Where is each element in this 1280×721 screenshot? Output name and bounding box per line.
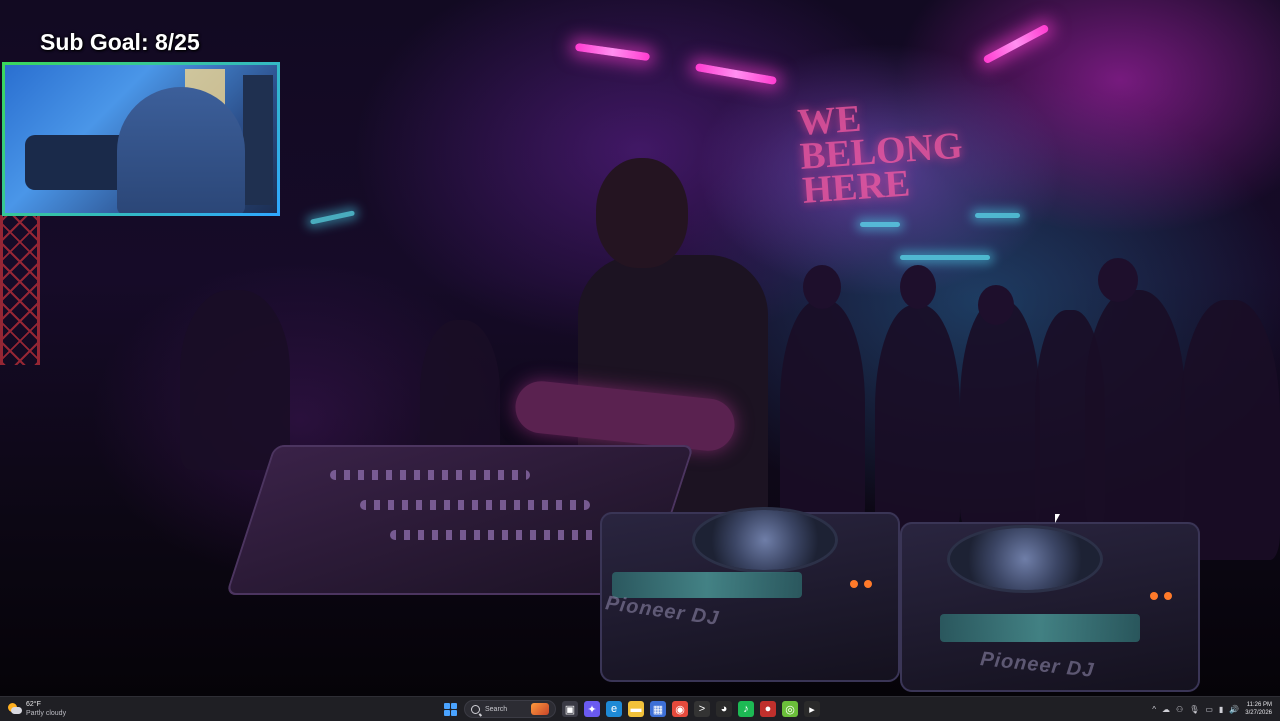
taskbar-pinned-apps: Search ▣ ✦ e ▬ ▦ ◉ > ◕ ♪ ● ◎ ▸ xyxy=(442,699,820,719)
mixer-knobs xyxy=(360,500,590,510)
webcam-person xyxy=(117,87,245,213)
search-icon xyxy=(471,704,480,714)
weather-condition: Partly cloudy xyxy=(26,710,67,717)
terminal-icon[interactable]: > xyxy=(694,701,710,717)
cdj-led xyxy=(850,580,858,588)
stage-light-bar xyxy=(694,62,778,86)
file-explorer-icon[interactable]: ▬ xyxy=(628,701,644,717)
cdj-led xyxy=(1164,592,1172,600)
stage-strip-light xyxy=(309,210,356,225)
stage-strip-light xyxy=(900,255,990,260)
nvidia-icon[interactable]: ▸ xyxy=(804,701,820,717)
system-tray: ^ ☁ ⚇ 🎙 ▭ ▮ 🔊 11:26 PM 3/27/2026 xyxy=(1152,699,1272,719)
stage-truss xyxy=(0,215,40,365)
stage-strip-light xyxy=(860,222,900,227)
chrome-icon[interactable]: ◉ xyxy=(672,701,688,717)
stage-light-bar xyxy=(982,23,1050,65)
cdj-left-screen xyxy=(612,572,802,598)
app-icon[interactable]: ◎ xyxy=(782,701,798,717)
clock-time: 11:26 PM xyxy=(1246,702,1272,708)
crowd-person xyxy=(180,290,290,470)
crowd-head xyxy=(900,265,936,309)
edge-icon[interactable]: e xyxy=(606,701,622,717)
crowd-person xyxy=(875,305,960,535)
battery-icon[interactable]: ▮ xyxy=(1219,705,1223,714)
tray-icons: ^ ☁ ⚇ 🎙 ▭ ▮ 🔊 xyxy=(1152,705,1239,714)
partly-cloudy-icon xyxy=(8,703,22,715)
stage-light-bar xyxy=(574,42,651,62)
search-highlight-icon xyxy=(531,703,549,715)
taskbar-search-box[interactable]: Search xyxy=(464,700,556,718)
mixer-knobs xyxy=(390,530,610,540)
sub-goal-counter: Sub Goal: 8/25 xyxy=(40,29,200,55)
neon-sign: WE BELONG HERE xyxy=(796,97,964,212)
crowd-person xyxy=(1085,290,1185,530)
show-hidden-icons-icon[interactable]: ^ xyxy=(1152,705,1156,714)
cdj-right-platter xyxy=(950,528,1100,590)
github-icon[interactable]: ◕ xyxy=(716,701,732,717)
windows-logo-icon xyxy=(443,702,457,716)
cdj-right-screen xyxy=(940,614,1140,642)
microphone-icon[interactable]: 🎙 xyxy=(1189,705,1199,714)
clock-date: 3/27/2026 xyxy=(1245,710,1272,716)
webcam-overlay xyxy=(2,62,280,216)
windows-taskbar: 62°F Partly cloudy Search ▣ ✦ e ▬ ▦ ◉ > ◕ ♪ ● ◎ ▸ ^… xyxy=(0,696,1280,721)
onedrive-icon[interactable]: ☁ xyxy=(1162,705,1170,714)
webcam-shelf xyxy=(243,75,273,205)
crowd-head xyxy=(803,265,841,309)
start-button[interactable] xyxy=(442,701,458,717)
weather-widget[interactable]: 62°F Partly cloudy xyxy=(8,699,66,719)
crowd-person xyxy=(780,300,865,530)
mouse-cursor-icon xyxy=(1055,514,1060,523)
pinned-app-list: ▣ ✦ e ▬ ▦ ◉ > ◕ ♪ ● ◎ ▸ xyxy=(562,701,820,717)
mixer-knobs xyxy=(330,470,530,480)
search-label: Search xyxy=(485,705,508,713)
crowd-head xyxy=(1098,258,1138,302)
crowd-head xyxy=(978,285,1014,325)
display-icon[interactable]: ▭ xyxy=(1205,705,1213,714)
copilot-icon[interactable]: ✦ xyxy=(584,701,600,717)
cdj-left-platter xyxy=(695,510,835,570)
cdj-led xyxy=(864,580,872,588)
taskbar-clock[interactable]: 11:26 PM 3/27/2026 xyxy=(1245,701,1272,717)
weather-temperature: 62°F xyxy=(26,701,41,708)
spotify-icon[interactable]: ♪ xyxy=(738,701,754,717)
volume-icon[interactable]: 🔊 xyxy=(1229,705,1239,714)
cdj-led xyxy=(1150,592,1158,600)
crowd-person xyxy=(1180,300,1280,560)
task-view-icon[interactable]: ▣ xyxy=(562,701,578,717)
network-icon[interactable]: ⚇ xyxy=(1176,705,1183,714)
crowd-person xyxy=(960,300,1040,530)
stage-strip-light xyxy=(975,213,1020,218)
store-icon[interactable]: ▦ xyxy=(650,701,666,717)
obs-icon[interactable]: ● xyxy=(760,701,776,717)
dj-head xyxy=(596,158,688,268)
